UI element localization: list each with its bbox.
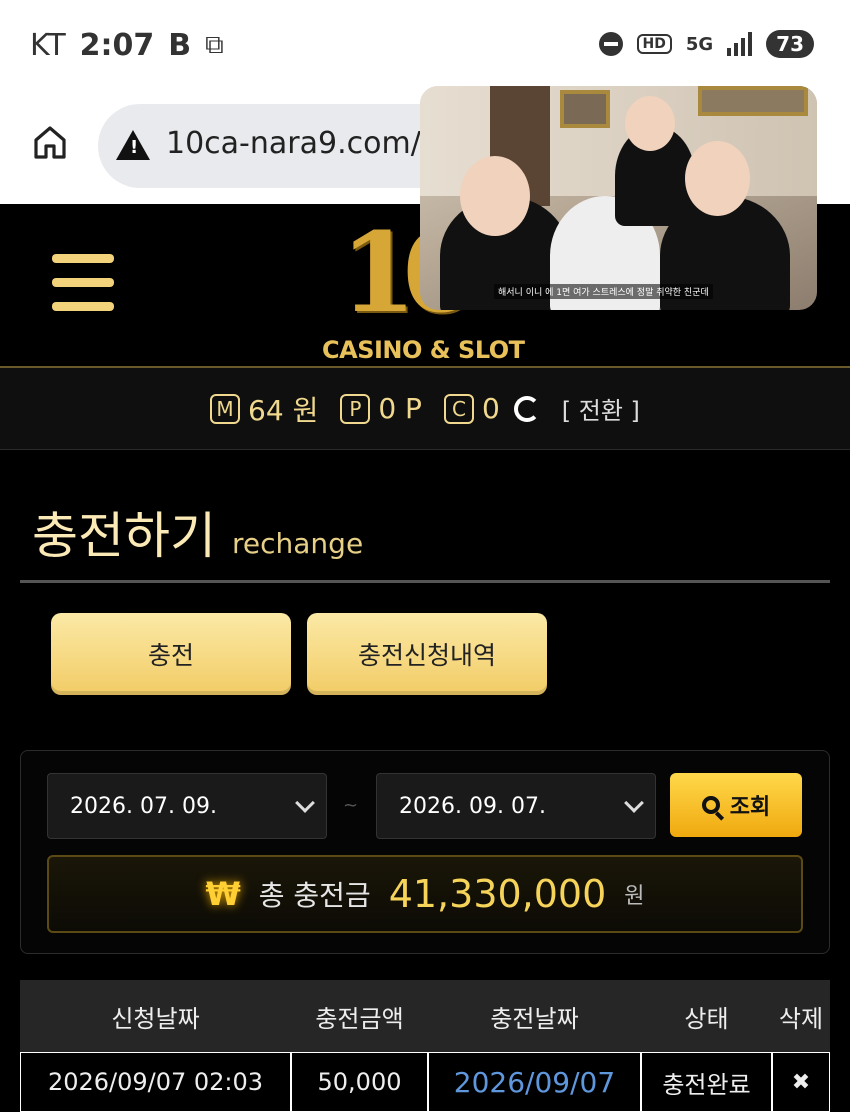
page-title-english: rechange [232, 527, 364, 560]
not-secure-warning-icon[interactable] [116, 130, 150, 160]
refresh-icon[interactable] [513, 395, 540, 422]
signal-icon [727, 32, 753, 56]
status-bar: KT 2:07 B ⧉ HD 5G 73 [0, 0, 850, 92]
url-text[interactable]: 10ca-nara9.com/ [166, 126, 421, 161]
charge-history-table: 신청날짜 충전금액 충전날짜 상태 삭제 2026/09/07 02:03 50… [20, 980, 830, 1112]
total-charge-box: ₩ 총 충전금 41,330,000 원 [47, 855, 803, 933]
date-separator: ~ [343, 795, 359, 816]
hamburger-menu-icon[interactable] [52, 254, 114, 312]
clock: 2:07 [79, 28, 155, 63]
switch-button[interactable]: [ 전환 ] [562, 391, 640, 426]
point-balance: P 0 P [340, 392, 422, 425]
column-header: 충전금액 [315, 1004, 404, 1033]
page-title-korean: 충전하기 [32, 507, 216, 565]
delete-icon[interactable]: ✖ [772, 1052, 830, 1112]
video-scene-frame [698, 86, 808, 116]
casino-balance: C 0 [443, 392, 500, 425]
search-button-label: 조회 [729, 795, 771, 820]
video-scene-frame [560, 90, 610, 128]
point-value: 0 P [378, 392, 422, 425]
p-badge-icon: P [340, 393, 371, 424]
table-row: 2026/09/07 02:03 50,000 2026/09/07 충전완료 … [20, 1052, 830, 1112]
home-icon[interactable] [32, 124, 68, 160]
video-caption: 해서니 이니 에 1면 여가 스트레스에 정말 취약한 친군데 [494, 284, 713, 299]
divider [20, 580, 830, 583]
total-charge-value: 41,330,000 [388, 872, 607, 916]
hd-voice-icon: HD [636, 34, 672, 54]
to-date-select[interactable]: 2026. 09. 07. [376, 773, 656, 839]
video-person-face [685, 141, 750, 216]
from-date-select[interactable]: 2026. 07. 09. [47, 773, 327, 839]
screenshot-icon: ⧉ [205, 30, 224, 60]
amount-cell: 50,000 [291, 1052, 428, 1112]
charge-tab-button[interactable]: 충전 [51, 613, 291, 695]
charged-date-cell[interactable]: 2026/09/07 [428, 1052, 641, 1112]
requested-date-cell: 2026/09/07 02:03 [20, 1052, 291, 1112]
money-balance: M 64 원 [210, 389, 318, 429]
points-bar: M 64 원 P 0 P C 0 [ 전환 ] [0, 368, 850, 450]
page-title: 충전하기 rechange [32, 496, 363, 568]
chevron-down-icon [624, 793, 644, 813]
column-header: 상태 [684, 1004, 729, 1033]
logo-text: CASINO & SLOT [322, 336, 525, 364]
charge-history-tab-button[interactable]: 충전신청내역 [307, 613, 547, 695]
to-date-value: 2026. 09. 07. [399, 794, 546, 819]
search-button[interactable]: 조회 [670, 773, 802, 837]
bold-app-icon: B [168, 28, 192, 63]
from-date-value: 2026. 07. 09. [70, 794, 217, 819]
search-icon [701, 796, 720, 814]
chevron-down-icon [295, 793, 315, 813]
c-badge-icon: C [443, 393, 474, 424]
pip-video-overlay[interactable]: 해서니 이니 에 1면 여가 스트레스에 정말 취약한 친군데 [420, 86, 817, 310]
video-person-face [625, 96, 675, 151]
total-charge-label: 총 충전금 [258, 879, 371, 912]
battery-indicator: 73 [766, 30, 814, 58]
status-cell: 충전완료 [641, 1052, 772, 1112]
table-header: 신청날짜 충전금액 충전날짜 상태 삭제 [20, 980, 830, 1052]
column-header: 삭제 [778, 1004, 824, 1033]
column-header: 신청날짜 [111, 1004, 200, 1033]
money-value: 64 원 [248, 393, 319, 427]
m-badge-icon: M [210, 393, 241, 424]
do-not-disturb-icon [598, 32, 623, 56]
total-charge-unit: 원 [624, 884, 645, 909]
won-currency-icon: ₩ [205, 875, 241, 913]
casino-value: 0 [481, 392, 500, 425]
video-person-face [460, 156, 530, 236]
column-header: 충전날짜 [490, 1004, 579, 1033]
network-type-icon: 5G [685, 33, 714, 55]
carrier-label: KT [30, 28, 66, 63]
search-panel: 2026. 07. 09. ~ 2026. 09. 07. 조회 ₩ 총 충전금… [20, 750, 830, 954]
